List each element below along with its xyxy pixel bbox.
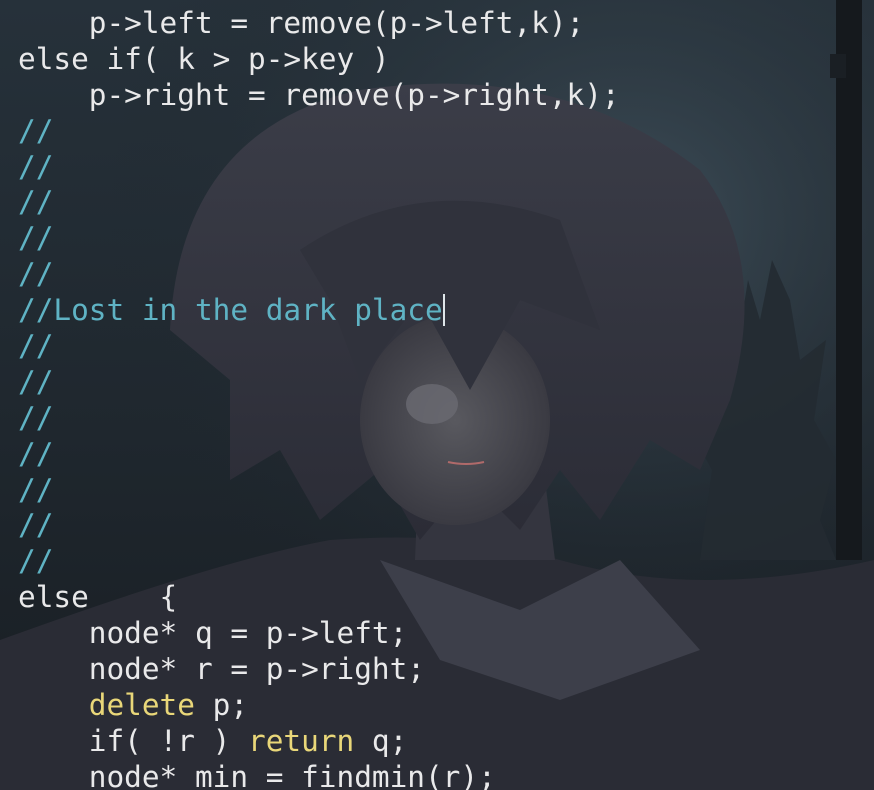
code-text: node* min = findmin(r); bbox=[88, 759, 496, 790]
code-comment: // bbox=[18, 149, 54, 184]
code-line[interactable]: // bbox=[18, 329, 620, 365]
code-line[interactable]: // bbox=[18, 365, 620, 401]
lamp-post bbox=[836, 0, 862, 560]
code-line[interactable]: // bbox=[18, 185, 620, 221]
code-text: if( !r ) bbox=[88, 723, 249, 758]
code-comment: // bbox=[18, 436, 54, 471]
code-text: node* r = p->right; bbox=[88, 652, 425, 687]
code-line[interactable]: // bbox=[18, 221, 620, 257]
code-line[interactable]: if( !r ) return q; bbox=[18, 724, 620, 760]
code-line[interactable]: else { bbox=[18, 580, 620, 616]
code-text: node* q = p->left; bbox=[88, 616, 408, 651]
code-comment: // bbox=[18, 257, 54, 292]
code-keyword: return bbox=[248, 723, 355, 758]
code-text: else if( k > p->key ) bbox=[18, 41, 390, 76]
code-line[interactable]: node* r = p->right; bbox=[18, 652, 620, 688]
code-comment: // bbox=[18, 113, 54, 148]
code-comment: // bbox=[18, 544, 54, 579]
code-comment: // bbox=[18, 508, 54, 543]
code-keyword: delete bbox=[88, 687, 195, 722]
code-line[interactable]: //Lost in the dark place bbox=[18, 293, 620, 329]
code-text: p->left = remove(p->left,k); bbox=[88, 6, 585, 40]
code-text: else { bbox=[18, 580, 178, 615]
code-comment: // bbox=[18, 185, 54, 220]
code-comment: // bbox=[18, 329, 54, 364]
code-line[interactable]: node* q = p->left; bbox=[18, 616, 620, 652]
code-comment: // bbox=[18, 221, 54, 256]
code-line[interactable]: // bbox=[18, 257, 620, 293]
code-line[interactable]: else if( k > p->key ) bbox=[18, 42, 620, 78]
code-line[interactable]: // bbox=[18, 508, 620, 544]
code-line[interactable]: // bbox=[18, 544, 620, 580]
code-line[interactable]: node* min = findmin(r); bbox=[18, 760, 620, 790]
code-editor[interactable]: p->left = remove(p->left,k); else if( k >… bbox=[18, 6, 620, 790]
code-text: p; bbox=[194, 687, 249, 722]
code-line[interactable]: // bbox=[18, 114, 620, 150]
code-line[interactable]: // bbox=[18, 150, 620, 186]
code-comment: //Lost in the dark place bbox=[18, 293, 443, 328]
code-text: q; bbox=[354, 723, 408, 758]
code-text: p->right = remove(p->right,k); bbox=[88, 77, 620, 112]
code-line[interactable]: p->right = remove(p->right,k); bbox=[18, 78, 620, 114]
code-line[interactable]: p->left = remove(p->left,k); bbox=[18, 6, 620, 42]
editor-window: p->left = remove(p->left,k); else if( k >… bbox=[0, 0, 874, 790]
code-line[interactable]: // bbox=[18, 437, 620, 473]
code-comment: // bbox=[18, 472, 54, 507]
text-cursor bbox=[442, 294, 445, 327]
lamp-bracket bbox=[830, 54, 846, 78]
code-line[interactable]: // bbox=[18, 401, 620, 437]
code-line[interactable]: // bbox=[18, 473, 620, 509]
code-comment: // bbox=[18, 364, 54, 399]
code-comment: // bbox=[18, 400, 54, 435]
code-line[interactable]: delete p; bbox=[18, 688, 620, 724]
